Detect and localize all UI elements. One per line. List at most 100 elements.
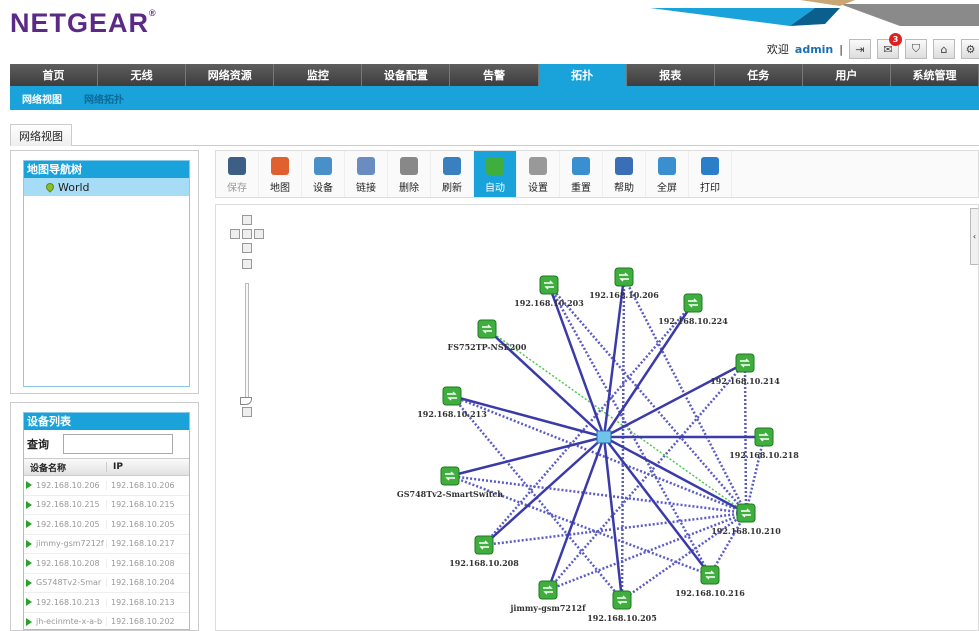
auto-layout-button[interactable]: 自动: [474, 151, 517, 197]
solid-link[interactable]: [546, 436, 606, 591]
device-name: 192.168.10.205: [36, 519, 100, 529]
zoom-control: [226, 213, 270, 423]
table-row[interactable]: jimmy-gsm7212f 192.168.10.217: [24, 535, 189, 554]
pan-down-button[interactable]: [242, 243, 252, 253]
tree-item-world[interactable]: World: [24, 178, 189, 196]
pan-left-button[interactable]: [230, 229, 240, 239]
table-row[interactable]: jh-ecinmte-x-a-b 192.168.10.202: [24, 613, 189, 630]
zoom-slider-track[interactable]: [245, 283, 249, 401]
tab-network-resources[interactable]: 网络资源: [186, 64, 275, 86]
device-button[interactable]: 设备: [302, 151, 345, 197]
zoom-out-button[interactable]: [242, 407, 252, 417]
tab-monitoring[interactable]: 监控: [274, 64, 363, 86]
switch-node[interactable]: 192.168.10.218: [729, 427, 799, 460]
pan-center-button[interactable]: [242, 229, 252, 239]
map-button[interactable]: 地图: [259, 151, 302, 197]
device-status-icon: [26, 481, 32, 490]
shield-icon: ⛉: [911, 42, 921, 55]
tab-tasks[interactable]: 任务: [714, 64, 803, 86]
dashed-link[interactable]: [547, 284, 712, 576]
tab-device-config[interactable]: 设备配置: [362, 64, 451, 86]
dashed-link[interactable]: [620, 276, 626, 601]
page-tabs: 网络视图: [10, 124, 979, 146]
link-button[interactable]: 链接: [345, 151, 388, 197]
switch-icon: [612, 590, 632, 610]
separator: |: [839, 42, 843, 56]
node-label: 192.168.10.205: [587, 613, 657, 623]
switch-icon: [700, 565, 720, 585]
switch-node[interactable]: 192.168.10.206: [589, 267, 659, 300]
device-ip-cell: 192.168.10.205: [106, 519, 186, 529]
topology-canvas[interactable]: 192.168.10.206 192.168.10.203 192.168.10.2…: [215, 204, 979, 631]
security-button[interactable]: ⛉: [905, 39, 927, 59]
refresh-button[interactable]: 刷新: [431, 151, 474, 197]
collapse-panel-button[interactable]: ‹: [970, 208, 978, 265]
home-button[interactable]: ⌂: [933, 39, 955, 59]
device-name: 192.168.10.208: [36, 558, 100, 568]
dashed-link[interactable]: [744, 436, 766, 514]
gear-button[interactable]: 设置: [517, 151, 560, 197]
switch-node[interactable]: 192.168.10.216: [675, 565, 745, 598]
pan-up-button[interactable]: [242, 215, 252, 225]
table-row[interactable]: 192.168.10.205 192.168.10.205: [24, 515, 189, 535]
tab-users[interactable]: 用户: [802, 64, 891, 86]
switch-node[interactable]: 192.168.10.224: [658, 293, 728, 326]
switch-node[interactable]: 192.168.10.208: [449, 535, 519, 568]
tab-system-admin[interactable]: 系统管理: [890, 64, 979, 86]
device-name-cell: 192.168.10.213: [24, 598, 106, 607]
device-ip-cell: 192.168.10.208: [106, 558, 186, 568]
tab-home[interactable]: 首页: [10, 64, 99, 86]
table-row[interactable]: 192.168.10.215 192.168.10.215: [24, 496, 189, 515]
fullscreen-button[interactable]: 全屏: [646, 151, 689, 197]
trash-button[interactable]: 删除: [388, 151, 431, 197]
hub-node[interactable]: [596, 430, 612, 444]
subnav-network-view[interactable]: 网络视图: [22, 91, 62, 106]
table-row[interactable]: 192.168.10.213 192.168.10.213: [24, 593, 189, 613]
device-ip-cell: 192.168.10.206: [106, 480, 186, 490]
switch-node[interactable]: jimmy-gsm7212f: [509, 580, 586, 613]
table-row[interactable]: GS748Tv2-Smar 192.168.10.204: [24, 574, 189, 593]
undo-button[interactable]: 重置: [560, 151, 603, 197]
print-button[interactable]: 打印: [689, 151, 732, 197]
tab-wireless[interactable]: 无线: [98, 64, 187, 86]
topology-graph[interactable]: 192.168.10.206 192.168.10.203 192.168.10.2…: [216, 205, 978, 630]
device-status-icon: [26, 617, 32, 626]
switch-node[interactable]: GS748Tv2-SmartSwitch: [397, 466, 503, 499]
tab-reports[interactable]: 报表: [626, 64, 715, 86]
subnav-network-topology[interactable]: 网络拓扑: [84, 91, 124, 106]
switch-node[interactable]: 192.168.10.205: [587, 590, 657, 623]
save-button[interactable]: 保存: [216, 151, 259, 197]
zoom-slider-thumb[interactable]: [240, 397, 252, 405]
device-search-input[interactable]: [63, 434, 173, 454]
map-nav-tree: 地图导航树 World: [23, 160, 190, 387]
toolbar-label: 链接: [356, 183, 376, 194]
settings-button[interactable]: ⚙: [961, 39, 979, 59]
mail-button[interactable]: ✉ 3: [877, 33, 902, 59]
switch-node[interactable]: 192.168.10.214: [710, 353, 780, 386]
switch-node[interactable]: 192.168.10.203: [514, 275, 584, 308]
column-header-ip[interactable]: IP: [106, 462, 123, 472]
toolbar-label: 设置: [528, 183, 548, 194]
toolbar-label: 删除: [399, 183, 419, 194]
device-name-cell: 192.168.10.208: [24, 559, 106, 568]
tab-alarms[interactable]: 告警: [450, 64, 539, 86]
table-row[interactable]: 192.168.10.208 192.168.10.208: [24, 554, 189, 574]
link-icon: [357, 157, 375, 175]
table-row[interactable]: 192.168.10.206 192.168.10.206: [24, 476, 189, 496]
tab-topology[interactable]: 拓扑: [538, 64, 627, 86]
netgear-logo[interactable]: NETGEAR®: [10, 8, 157, 39]
device-name: 192.168.10.206: [36, 480, 100, 490]
column-header-name[interactable]: 设备名称: [24, 461, 106, 474]
map-nav-tree-title: 地图导航树: [24, 161, 189, 178]
header: NETGEAR® 欢迎 admin | ⇥ ✉ 3 ⛉ ⌂ ⚙: [0, 0, 979, 64]
user-name-link[interactable]: admin: [795, 43, 833, 56]
help-button[interactable]: 帮助: [603, 151, 646, 197]
logout-button[interactable]: ⇥: [849, 39, 871, 59]
zoom-in-button[interactable]: [242, 259, 252, 269]
pan-right-button[interactable]: [254, 229, 264, 239]
switch-node[interactable]: FS752TP-NSE200: [448, 319, 527, 352]
tab-network-view[interactable]: 网络视图: [10, 124, 72, 146]
home-icon: ⌂: [940, 42, 948, 56]
device-ip-cell: 192.168.10.217: [106, 539, 186, 549]
device-status-icon: [26, 520, 32, 529]
